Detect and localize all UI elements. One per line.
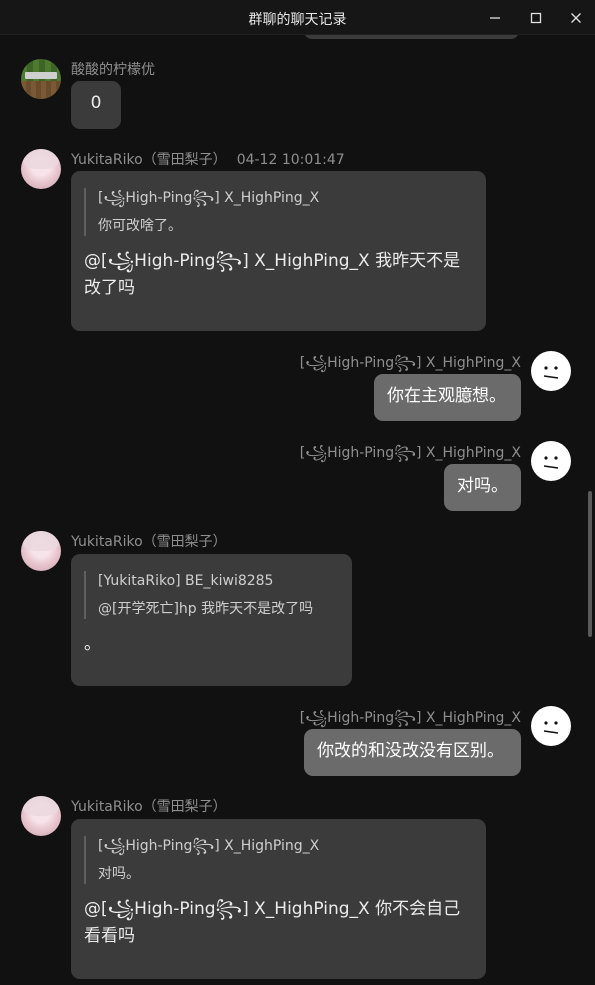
sender-name: 酸酸的柠檬优 [71, 62, 155, 78]
quoted-message[interactable]: [꧁High-Ping꧂] X_HighPing_X 对吗。 [84, 836, 473, 884]
smiley-face-icon [543, 366, 559, 379]
close-icon [571, 12, 581, 23]
sender-name: YukitaRiko（雪田梨子） [71, 534, 227, 550]
message-bubble[interactable]: 0 [71, 81, 121, 129]
chat-history[interactable]: 酸酸的柠檬优 0 YukitaRiko（雪田梨子） 04-12 10:01:47 … [0, 35, 585, 985]
smiley-face-avatar[interactable] [531, 351, 571, 391]
message-bubble[interactable]: 你在主观臆想。 [374, 374, 521, 421]
minecraft-logo-icon [25, 72, 57, 79]
message-text: @[꧁High-Ping꧂] X_HighPing_X 你不会自己看看吗 [84, 899, 461, 946]
anime-girl-avatar[interactable] [21, 796, 61, 836]
message-timestamp: 04-12 10:01:47 [236, 152, 345, 168]
minimize-icon [490, 16, 500, 19]
quote-author: [꧁High-Ping꧂] X_HighPing_X [98, 190, 320, 206]
maximize-icon [530, 12, 542, 23]
smiley-face-avatar[interactable] [531, 441, 571, 481]
quote-text: 你可改啥了。 [98, 218, 182, 234]
quoted-message[interactable]: [YukitaRiko] BE_kiwi8285 @[开学死亡]hp 我昨天不是… [84, 571, 339, 619]
message-text: 你改的和没改没有区别。 [317, 741, 504, 761]
message-text: 0 [90, 93, 102, 113]
smiley-face-icon [543, 721, 559, 734]
message-text: @[꧁High-Ping꧂] X_HighPing_X 我昨天不是改了吗 [84, 251, 461, 298]
message-text: 。 [84, 634, 101, 654]
message-bubble[interactable]: 你改的和没改没有区别。 [304, 729, 521, 776]
message-bubble[interactable]: 对吗。 [444, 464, 521, 511]
message-bubble[interactable]: [꧁High-Ping꧂] X_HighPing_X 你可改啥了。 @[꧁Hig… [71, 171, 486, 331]
close-button[interactable] [557, 0, 595, 35]
minecraft-avatar[interactable] [21, 59, 61, 99]
sender-name: YukitaRiko（雪田梨子） 04-12 10:01:47 [71, 149, 345, 169]
message-bubble[interactable]: [YukitaRiko] BE_kiwi8285 @[开学死亡]hp 我昨天不是… [71, 554, 352, 686]
smiley-face-avatar[interactable] [531, 706, 571, 746]
message-text: 对吗。 [457, 476, 508, 496]
quote-text: @[开学死亡]hp 我昨天不是改了吗 [98, 601, 314, 617]
anime-girl-avatar[interactable] [21, 149, 61, 189]
quote-text: 对吗。 [98, 866, 140, 882]
vertical-scrollbar[interactable] [585, 35, 595, 985]
quote-author: [꧁High-Ping꧂] X_HighPing_X [98, 838, 320, 854]
quote-author: [YukitaRiko] BE_kiwi8285 [98, 573, 274, 589]
smiley-face-icon [543, 456, 559, 469]
message-bubble[interactable]: [꧁High-Ping꧂] X_HighPing_X 对吗。 @[꧁High-P… [71, 819, 486, 979]
anime-girl-avatar[interactable] [21, 531, 61, 571]
title-bar: 群聊的聊天记录 [0, 0, 595, 35]
quoted-message[interactable]: [꧁High-Ping꧂] X_HighPing_X 你可改啥了。 [84, 188, 473, 236]
sender-name: YukitaRiko（雪田梨子） [71, 799, 227, 815]
previous-message-bubble [304, 35, 519, 39]
maximize-button[interactable] [517, 0, 555, 35]
minimize-button[interactable] [476, 0, 514, 35]
sender-name-text: YukitaRiko（雪田梨子） [71, 152, 227, 168]
message-text: 你在主观臆想。 [387, 386, 506, 406]
scrollbar-thumb[interactable] [588, 491, 592, 637]
